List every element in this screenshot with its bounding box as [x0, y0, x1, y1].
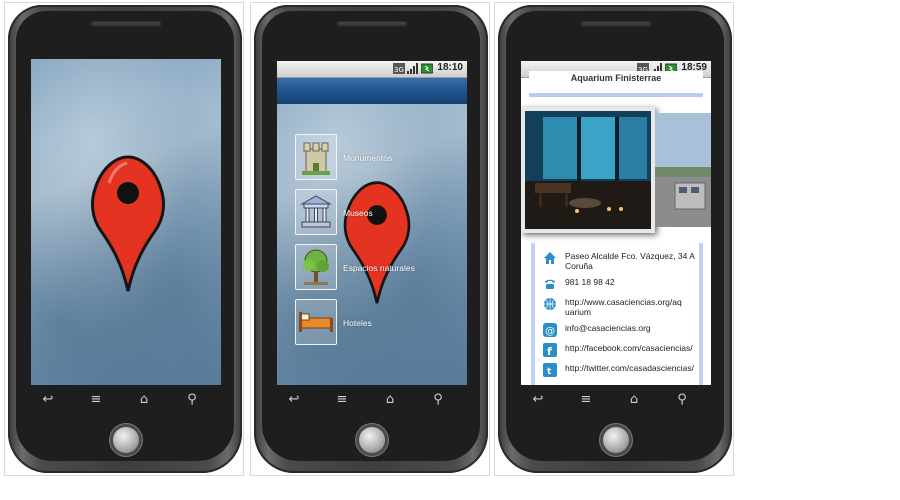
- home-icon[interactable]: ⌂: [134, 391, 154, 409]
- phone-body: 3G 18:59 Aquarium Finisterrae Paseo Alca…: [498, 5, 732, 473]
- menu-icon[interactable]: ≡: [576, 391, 596, 409]
- menu-item-label[interactable]: Monumentos: [343, 153, 392, 163]
- 3g-icon: 3G: [393, 63, 405, 74]
- back-icon[interactable]: ↩: [38, 391, 58, 409]
- website-link[interactable]: http://www.casaciencias.org/aquarium: [565, 297, 683, 317]
- status-time: 18:10: [437, 62, 463, 73]
- phone-icon: [545, 279, 555, 289]
- search-icon[interactable]: ⚲: [182, 391, 202, 409]
- tree-icon: [303, 249, 329, 285]
- home-icon[interactable]: ⌂: [380, 391, 400, 409]
- signal-icon: [407, 63, 418, 74]
- twitter-link[interactable]: http://twitter.com/casadasciencias/: [565, 363, 701, 373]
- home-icon[interactable]: ⌂: [624, 391, 644, 409]
- menu-item-espacios-naturales[interactable]: [295, 244, 337, 290]
- menu-item-label[interactable]: Espacios naturales: [343, 263, 415, 273]
- castle-tower-icon: [302, 142, 330, 175]
- earpiece-speaker: [90, 20, 162, 27]
- museum-building-icon: [300, 195, 332, 228]
- phone-panel-menu: 3G 18:10 Monumentos Museos Espacios natu…: [250, 2, 490, 476]
- aquarium-interior-illustration: [525, 111, 651, 229]
- facebook-link[interactable]: http://facebook.com/casaciencias/: [565, 343, 701, 353]
- earpiece-speaker: [580, 20, 652, 27]
- menu-item-hoteles[interactable]: [295, 299, 337, 345]
- hardware-nav-bar: ↩ ≡ ⌂ ⚲: [284, 391, 460, 409]
- svg-text:t: t: [547, 367, 552, 377]
- svg-text:3G: 3G: [394, 66, 404, 74]
- aquarium-photo: [525, 111, 651, 229]
- address-text: Paseo Alcalde Fco. Vázquez, 34 A Coruña: [565, 251, 695, 271]
- hardware-nav-bar: ↩ ≡ ⌂ ⚲: [38, 391, 214, 409]
- twitter-icon: t: [543, 363, 557, 377]
- back-icon[interactable]: ↩: [284, 391, 304, 409]
- at-sign-icon: @: [543, 323, 557, 337]
- svg-text:f: f: [547, 345, 552, 357]
- menu-icon[interactable]: ≡: [86, 391, 106, 409]
- earpiece-speaker: [336, 20, 408, 27]
- globe-icon: [544, 298, 556, 310]
- trackball-button[interactable]: [113, 427, 139, 453]
- phone-text[interactable]: 981 18 98 42: [565, 277, 701, 287]
- battery-icon: [421, 63, 433, 74]
- phone-body: ↩ ≡ ⌂ ⚲: [8, 5, 242, 473]
- phone-panel-detail: 3G 18:59 Aquarium Finisterrae Paseo Alca…: [494, 2, 734, 476]
- home-address-icon: [544, 252, 556, 264]
- building-exterior-illustration: [655, 113, 711, 227]
- contact-info-card: Paseo Alcalde Fco. Vázquez, 34 A Coruña …: [531, 243, 703, 385]
- phone-panel-splash: ↩ ≡ ⌂ ⚲: [4, 2, 244, 476]
- photo-frame[interactable]: [521, 107, 655, 233]
- phone-body: 3G 18:10 Monumentos Museos Espacios natu…: [254, 5, 488, 473]
- svg-text:@: @: [545, 326, 555, 337]
- map-pin-icon: [91, 155, 165, 292]
- app-title-bar: [277, 78, 467, 104]
- search-icon[interactable]: ⚲: [672, 391, 692, 409]
- trackball-button[interactable]: [359, 427, 385, 453]
- back-icon[interactable]: ↩: [528, 391, 548, 409]
- detail-title: Aquarium Finisterrae: [529, 71, 703, 97]
- hardware-nav-bar: ↩ ≡ ⌂ ⚲: [528, 391, 704, 409]
- menu-item-label[interactable]: Museos: [343, 208, 373, 218]
- exterior-photo[interactable]: [655, 113, 711, 227]
- email-link[interactable]: info@casaciencias.org: [565, 323, 701, 333]
- screen-splash: [31, 59, 221, 385]
- screen-menu: 3G 18:10 Monumentos Museos Espacios natu…: [277, 61, 467, 385]
- facebook-icon: f: [543, 343, 557, 357]
- menu-item-label[interactable]: Hoteles: [343, 318, 372, 328]
- menu-item-monumentos[interactable]: [295, 134, 337, 180]
- map-pin-icon: [343, 181, 411, 304]
- menu-item-museos[interactable]: [295, 189, 337, 235]
- bed-icon: [299, 312, 333, 332]
- trackball-button[interactable]: [603, 427, 629, 453]
- status-bar: 3G 18:10: [277, 61, 467, 78]
- screen-detail: 3G 18:59 Aquarium Finisterrae Paseo Alca…: [521, 61, 711, 385]
- menu-icon[interactable]: ≡: [332, 391, 352, 409]
- search-icon[interactable]: ⚲: [428, 391, 448, 409]
